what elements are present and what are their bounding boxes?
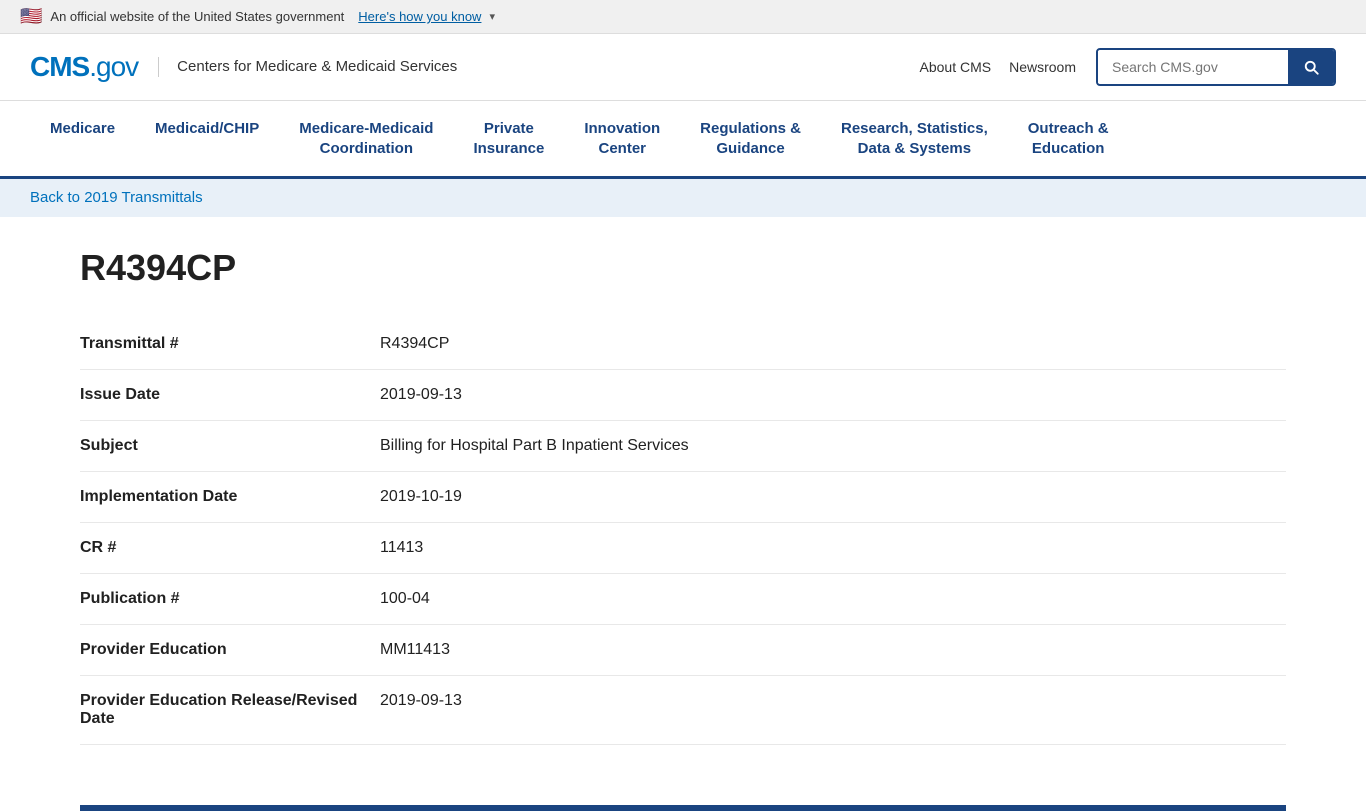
table-row: Implementation Date 2019-10-19 <box>80 472 1286 523</box>
nav-item-research: Research, Statistics,Data & Systems <box>821 101 1008 176</box>
logo-cms: CMS <box>30 51 89 82</box>
nav-item-medicare: Medicare <box>30 101 135 176</box>
field-label: Transmittal # <box>80 319 380 370</box>
nav-link-private-insurance[interactable]: PrivateInsurance <box>453 101 564 176</box>
nav-item-outreach: Outreach &Education <box>1008 101 1129 176</box>
nav-item-private-insurance: PrivateInsurance <box>453 101 564 176</box>
gov-banner: 🇺🇸 An official website of the United Sta… <box>0 0 1366 34</box>
gov-banner-text: An official website of the United States… <box>50 9 344 24</box>
field-value: 2019-10-19 <box>380 472 1286 523</box>
field-label: Publication # <box>80 574 380 625</box>
main-nav: Medicare Medicaid/CHIP Medicare-Medicaid… <box>0 101 1366 179</box>
field-value: Billing for Hospital Part B Inpatient Se… <box>380 421 1286 472</box>
chevron-down-icon: ▾ <box>489 10 495 23</box>
field-label: CR # <box>80 523 380 574</box>
field-label: Implementation Date <box>80 472 380 523</box>
nav-link-coordination[interactable]: Medicare-MedicaidCoordination <box>279 101 453 176</box>
header-left: CMS.gov Centers for Medicare & Medicaid … <box>30 53 457 81</box>
field-value: 100-04 <box>380 574 1286 625</box>
bottom-bar <box>80 805 1286 811</box>
nav-item-medicaid: Medicaid/CHIP <box>135 101 279 176</box>
header-right: About CMS Newsroom <box>920 48 1337 86</box>
nav-link-medicare[interactable]: Medicare <box>30 101 135 157</box>
nav-item-regulations: Regulations &Guidance <box>680 101 821 176</box>
field-label: Provider Education <box>80 625 380 676</box>
field-label: Subject <box>80 421 380 472</box>
logo-dot-gov: .gov <box>89 51 138 82</box>
field-value: R4394CP <box>380 319 1286 370</box>
page-title: R4394CP <box>80 247 1286 289</box>
detail-table: Transmittal # R4394CP Issue Date 2019-09… <box>80 319 1286 745</box>
table-row: Provider Education Release/Revised Date … <box>80 676 1286 745</box>
nav-item-coordination: Medicare-MedicaidCoordination <box>279 101 453 176</box>
cms-logo[interactable]: CMS.gov <box>30 53 138 81</box>
field-value: 2019-09-13 <box>380 370 1286 421</box>
header-links: About CMS Newsroom <box>920 59 1077 75</box>
nav-link-medicaid[interactable]: Medicaid/CHIP <box>135 101 279 157</box>
agency-name: Centers for Medicare & Medicaid Services <box>158 57 457 77</box>
field-value: 11413 <box>380 523 1286 574</box>
nav-link-regulations[interactable]: Regulations &Guidance <box>680 101 821 176</box>
field-value: 2019-09-13 <box>380 676 1286 745</box>
table-row: Subject Billing for Hospital Part B Inpa… <box>80 421 1286 472</box>
table-row: Issue Date 2019-09-13 <box>80 370 1286 421</box>
nav-link-innovation[interactable]: InnovationCenter <box>564 101 680 176</box>
how-you-know-link[interactable]: Here's how you know <box>358 9 481 24</box>
breadcrumb-bar: Back to 2019 Transmittals <box>0 179 1366 217</box>
table-row: CR # 11413 <box>80 523 1286 574</box>
search-icon <box>1302 58 1320 76</box>
search-input[interactable] <box>1098 51 1288 83</box>
table-row: Transmittal # R4394CP <box>80 319 1286 370</box>
field-label: Provider Education Release/Revised Date <box>80 676 380 745</box>
table-row: Provider Education MM11413 <box>80 625 1286 676</box>
nav-link-outreach[interactable]: Outreach &Education <box>1008 101 1129 176</box>
field-value: MM11413 <box>380 625 1286 676</box>
field-label: Issue Date <box>80 370 380 421</box>
search-button[interactable] <box>1288 50 1334 84</box>
newsroom-link[interactable]: Newsroom <box>1009 59 1076 75</box>
nav-link-research[interactable]: Research, Statistics,Data & Systems <box>821 101 1008 176</box>
main-content: R4394CP Transmittal # R4394CP Issue Date… <box>0 217 1366 805</box>
us-flag-icon: 🇺🇸 <box>20 6 42 27</box>
nav-item-innovation: InnovationCenter <box>564 101 680 176</box>
about-cms-link[interactable]: About CMS <box>920 59 992 75</box>
table-row: Publication # 100-04 <box>80 574 1286 625</box>
breadcrumb-link[interactable]: Back to 2019 Transmittals <box>30 189 203 206</box>
site-header: CMS.gov Centers for Medicare & Medicaid … <box>0 34 1366 101</box>
search-box <box>1096 48 1336 86</box>
nav-list: Medicare Medicaid/CHIP Medicare-Medicaid… <box>30 101 1336 176</box>
